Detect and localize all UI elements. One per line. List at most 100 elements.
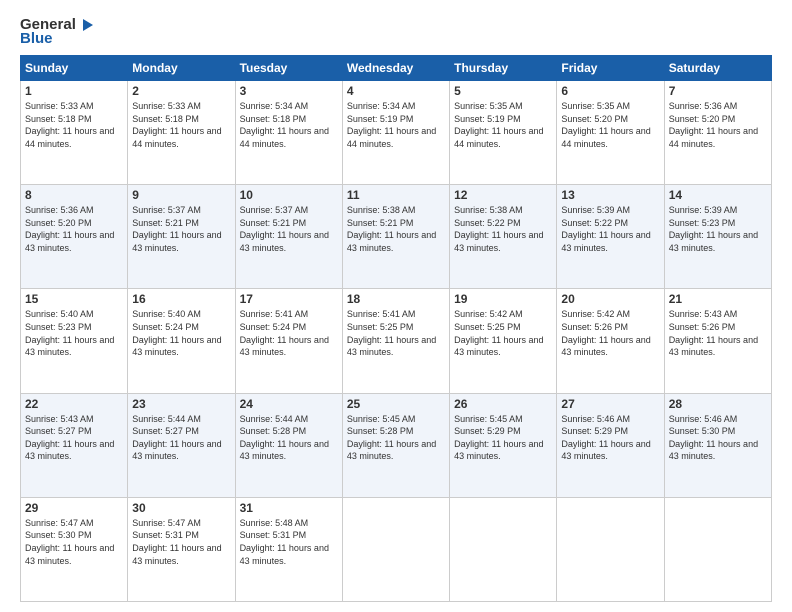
day-info: Sunrise: 5:37 AM Sunset: 5:21 PM Dayligh… bbox=[240, 204, 338, 254]
sunset-label: Sunset: 5:31 PM bbox=[240, 530, 307, 540]
calendar-day-header: Monday bbox=[128, 56, 235, 81]
calendar-cell: 28 Sunrise: 5:46 AM Sunset: 5:30 PM Dayl… bbox=[664, 393, 771, 497]
daylight-label: Daylight: 11 hours and 43 minutes. bbox=[561, 335, 650, 358]
day-info: Sunrise: 5:48 AM Sunset: 5:31 PM Dayligh… bbox=[240, 517, 338, 567]
calendar-cell: 13 Sunrise: 5:39 AM Sunset: 5:22 PM Dayl… bbox=[557, 185, 664, 289]
day-number: 23 bbox=[132, 397, 230, 411]
sunrise-label: Sunrise: 5:34 AM bbox=[347, 101, 416, 111]
page: General Blue SundayMondayTuesdayWednesda… bbox=[0, 0, 792, 612]
day-number: 6 bbox=[561, 84, 659, 98]
daylight-label: Daylight: 11 hours and 44 minutes. bbox=[347, 126, 436, 149]
daylight-label: Daylight: 11 hours and 43 minutes. bbox=[347, 335, 436, 358]
day-info: Sunrise: 5:41 AM Sunset: 5:25 PM Dayligh… bbox=[347, 308, 445, 358]
sunset-label: Sunset: 5:24 PM bbox=[240, 322, 307, 332]
day-info: Sunrise: 5:47 AM Sunset: 5:31 PM Dayligh… bbox=[132, 517, 230, 567]
calendar-week-row: 15 Sunrise: 5:40 AM Sunset: 5:23 PM Dayl… bbox=[21, 289, 772, 393]
day-number: 29 bbox=[25, 501, 123, 515]
calendar-cell: 25 Sunrise: 5:45 AM Sunset: 5:28 PM Dayl… bbox=[342, 393, 449, 497]
calendar-cell bbox=[664, 497, 771, 601]
daylight-label: Daylight: 11 hours and 43 minutes. bbox=[669, 335, 758, 358]
calendar-header-row: SundayMondayTuesdayWednesdayThursdayFrid… bbox=[21, 56, 772, 81]
sunrise-label: Sunrise: 5:36 AM bbox=[669, 101, 738, 111]
day-info: Sunrise: 5:33 AM Sunset: 5:18 PM Dayligh… bbox=[132, 100, 230, 150]
sunset-label: Sunset: 5:21 PM bbox=[240, 218, 307, 228]
logo-blue: Blue bbox=[20, 30, 53, 47]
sunset-label: Sunset: 5:30 PM bbox=[25, 530, 92, 540]
sunset-label: Sunset: 5:18 PM bbox=[25, 114, 92, 124]
calendar-day-header: Friday bbox=[557, 56, 664, 81]
sunset-label: Sunset: 5:24 PM bbox=[132, 322, 199, 332]
sunrise-label: Sunrise: 5:43 AM bbox=[669, 309, 738, 319]
sunrise-label: Sunrise: 5:40 AM bbox=[25, 309, 94, 319]
day-info: Sunrise: 5:40 AM Sunset: 5:23 PM Dayligh… bbox=[25, 308, 123, 358]
calendar-cell: 31 Sunrise: 5:48 AM Sunset: 5:31 PM Dayl… bbox=[235, 497, 342, 601]
day-number: 19 bbox=[454, 292, 552, 306]
sunrise-label: Sunrise: 5:35 AM bbox=[561, 101, 630, 111]
day-number: 20 bbox=[561, 292, 659, 306]
day-info: Sunrise: 5:36 AM Sunset: 5:20 PM Dayligh… bbox=[25, 204, 123, 254]
sunrise-label: Sunrise: 5:41 AM bbox=[240, 309, 309, 319]
day-info: Sunrise: 5:35 AM Sunset: 5:19 PM Dayligh… bbox=[454, 100, 552, 150]
day-number: 13 bbox=[561, 188, 659, 202]
logo-text-block: General Blue bbox=[20, 16, 95, 47]
day-number: 5 bbox=[454, 84, 552, 98]
daylight-label: Daylight: 11 hours and 43 minutes. bbox=[132, 543, 221, 566]
day-info: Sunrise: 5:39 AM Sunset: 5:23 PM Dayligh… bbox=[669, 204, 767, 254]
day-number: 4 bbox=[347, 84, 445, 98]
calendar-cell: 21 Sunrise: 5:43 AM Sunset: 5:26 PM Dayl… bbox=[664, 289, 771, 393]
day-info: Sunrise: 5:39 AM Sunset: 5:22 PM Dayligh… bbox=[561, 204, 659, 254]
day-number: 18 bbox=[347, 292, 445, 306]
day-number: 16 bbox=[132, 292, 230, 306]
sunset-label: Sunset: 5:22 PM bbox=[454, 218, 521, 228]
calendar-cell: 30 Sunrise: 5:47 AM Sunset: 5:31 PM Dayl… bbox=[128, 497, 235, 601]
day-number: 2 bbox=[132, 84, 230, 98]
daylight-label: Daylight: 11 hours and 43 minutes. bbox=[347, 439, 436, 462]
sunset-label: Sunset: 5:20 PM bbox=[561, 114, 628, 124]
day-number: 15 bbox=[25, 292, 123, 306]
day-info: Sunrise: 5:36 AM Sunset: 5:20 PM Dayligh… bbox=[669, 100, 767, 150]
day-number: 31 bbox=[240, 501, 338, 515]
sunset-label: Sunset: 5:29 PM bbox=[561, 426, 628, 436]
daylight-label: Daylight: 11 hours and 43 minutes. bbox=[132, 230, 221, 253]
sunrise-label: Sunrise: 5:41 AM bbox=[347, 309, 416, 319]
sunrise-label: Sunrise: 5:44 AM bbox=[132, 414, 201, 424]
sunrise-label: Sunrise: 5:37 AM bbox=[240, 205, 309, 215]
daylight-label: Daylight: 11 hours and 44 minutes. bbox=[454, 126, 543, 149]
sunset-label: Sunset: 5:30 PM bbox=[669, 426, 736, 436]
sunrise-label: Sunrise: 5:46 AM bbox=[669, 414, 738, 424]
day-info: Sunrise: 5:34 AM Sunset: 5:18 PM Dayligh… bbox=[240, 100, 338, 150]
calendar-cell: 11 Sunrise: 5:38 AM Sunset: 5:21 PM Dayl… bbox=[342, 185, 449, 289]
calendar-cell: 23 Sunrise: 5:44 AM Sunset: 5:27 PM Dayl… bbox=[128, 393, 235, 497]
day-info: Sunrise: 5:35 AM Sunset: 5:20 PM Dayligh… bbox=[561, 100, 659, 150]
day-number: 12 bbox=[454, 188, 552, 202]
day-number: 25 bbox=[347, 397, 445, 411]
daylight-label: Daylight: 11 hours and 43 minutes. bbox=[454, 439, 543, 462]
sunset-label: Sunset: 5:31 PM bbox=[132, 530, 199, 540]
day-info: Sunrise: 5:42 AM Sunset: 5:25 PM Dayligh… bbox=[454, 308, 552, 358]
header: General Blue bbox=[20, 16, 772, 47]
day-info: Sunrise: 5:45 AM Sunset: 5:29 PM Dayligh… bbox=[454, 413, 552, 463]
sunset-label: Sunset: 5:22 PM bbox=[561, 218, 628, 228]
sunset-label: Sunset: 5:19 PM bbox=[347, 114, 414, 124]
calendar-cell: 7 Sunrise: 5:36 AM Sunset: 5:20 PM Dayli… bbox=[664, 81, 771, 185]
calendar-day-header: Wednesday bbox=[342, 56, 449, 81]
sunrise-label: Sunrise: 5:43 AM bbox=[25, 414, 94, 424]
day-info: Sunrise: 5:37 AM Sunset: 5:21 PM Dayligh… bbox=[132, 204, 230, 254]
daylight-label: Daylight: 11 hours and 44 minutes. bbox=[240, 126, 329, 149]
day-info: Sunrise: 5:33 AM Sunset: 5:18 PM Dayligh… bbox=[25, 100, 123, 150]
sunset-label: Sunset: 5:20 PM bbox=[25, 218, 92, 228]
day-info: Sunrise: 5:45 AM Sunset: 5:28 PM Dayligh… bbox=[347, 413, 445, 463]
day-info: Sunrise: 5:46 AM Sunset: 5:29 PM Dayligh… bbox=[561, 413, 659, 463]
day-number: 9 bbox=[132, 188, 230, 202]
sunset-label: Sunset: 5:26 PM bbox=[669, 322, 736, 332]
sunrise-label: Sunrise: 5:40 AM bbox=[132, 309, 201, 319]
sunset-label: Sunset: 5:21 PM bbox=[132, 218, 199, 228]
daylight-label: Daylight: 11 hours and 43 minutes. bbox=[25, 439, 114, 462]
sunrise-label: Sunrise: 5:38 AM bbox=[454, 205, 523, 215]
sunrise-label: Sunrise: 5:44 AM bbox=[240, 414, 309, 424]
calendar-cell: 19 Sunrise: 5:42 AM Sunset: 5:25 PM Dayl… bbox=[450, 289, 557, 393]
daylight-label: Daylight: 11 hours and 43 minutes. bbox=[25, 335, 114, 358]
daylight-label: Daylight: 11 hours and 43 minutes. bbox=[669, 230, 758, 253]
day-number: 30 bbox=[132, 501, 230, 515]
sunset-label: Sunset: 5:27 PM bbox=[25, 426, 92, 436]
